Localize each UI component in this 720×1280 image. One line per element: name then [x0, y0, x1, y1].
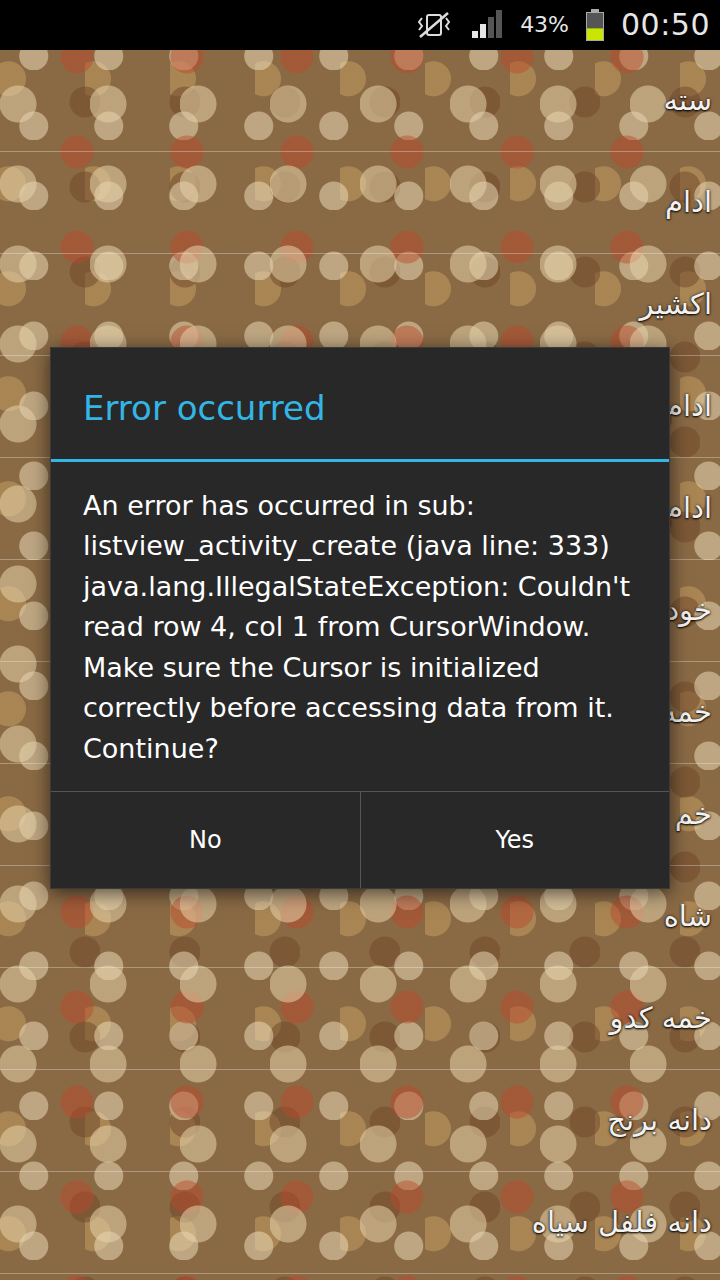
dialog-buttons: NoYes [51, 791, 669, 888]
dialog-message: An error has occurred in sub: listview_a… [51, 462, 669, 792]
item-label: دانه فلفل سیاه [532, 1201, 712, 1245]
clock: 00:50 [621, 10, 710, 40]
battery-icon [585, 8, 605, 42]
battery-fill [587, 28, 603, 40]
list-item[interactable]: خمه کدو [0, 968, 720, 1070]
signal-icon [470, 10, 504, 40]
no-button[interactable]: No [51, 792, 360, 888]
item-label: شاه [664, 895, 712, 939]
item-label: ادام [665, 385, 712, 429]
list-item[interactable]: سته [0, 50, 720, 152]
item-label: خود [666, 589, 712, 633]
list-item[interactable]: دانه فلفل سیاه [0, 1172, 720, 1274]
item-label: ادام [665, 487, 712, 531]
vibrate-off-icon [414, 10, 454, 40]
item-label: ادام [665, 181, 712, 225]
list-item[interactable]: اکشیر [0, 254, 720, 356]
item-label: اکشیر [640, 283, 713, 327]
yes-button[interactable]: Yes [360, 792, 670, 888]
dialog-title: Error occurred [51, 348, 669, 462]
item-label: دانه برنج [607, 1099, 712, 1143]
list-item[interactable]: دانه برنج [0, 1070, 720, 1172]
list-item[interactable]: ادام [0, 152, 720, 254]
item-label: خمه کدو [610, 997, 713, 1041]
error-dialog: Error occurredAn error has occurred in s… [50, 347, 670, 889]
item-label: سته [663, 79, 712, 123]
item-label: خم [675, 793, 712, 837]
battery-percent: 43% [520, 14, 569, 36]
status-bar: 43% 00:50 [0, 0, 720, 50]
